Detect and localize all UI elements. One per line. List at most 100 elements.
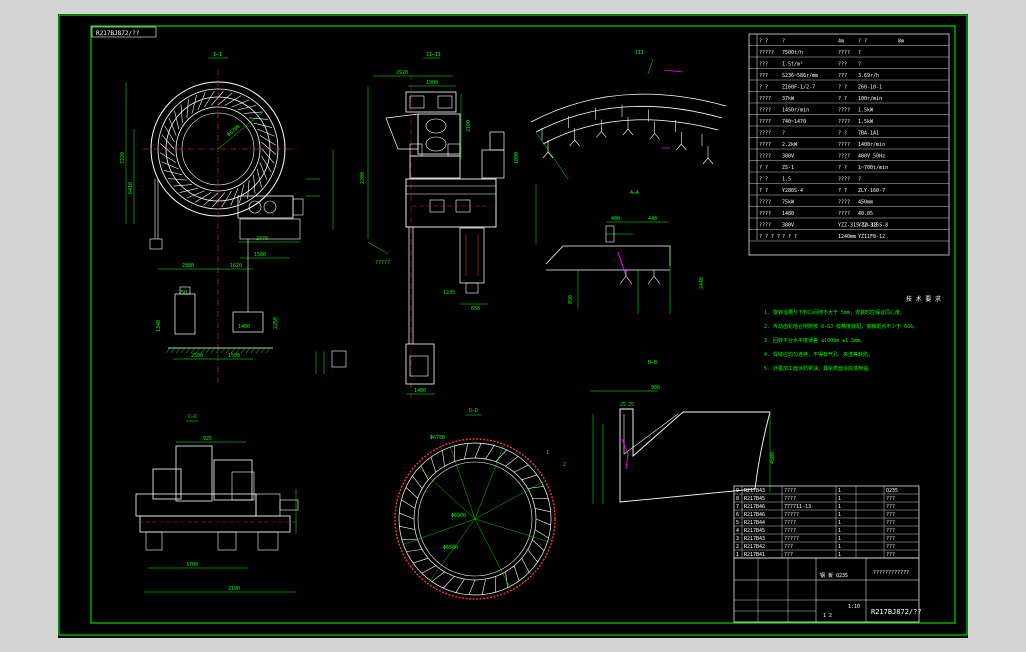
parts-list-cell: 9 bbox=[736, 488, 739, 494]
spec-table-cell: 1240mm bbox=[838, 234, 856, 240]
column-dim-top: 2920 bbox=[396, 70, 408, 76]
spec-table-cell: ZS-1 bbox=[782, 165, 794, 171]
gear-ring-view-label: D–D bbox=[469, 408, 478, 414]
spec-table-cell: 380V bbox=[782, 154, 794, 160]
gear-ring-segment bbox=[532, 497, 549, 500]
section-view-label: A–A bbox=[630, 190, 639, 196]
spec-table-cell: ???? bbox=[838, 108, 850, 114]
spec-table-cell: Z160F-1/2-7 bbox=[782, 85, 815, 91]
gear-ring-segment bbox=[521, 474, 538, 481]
corner-label: R217BJ872/?? bbox=[96, 30, 140, 37]
gear-ring-segment bbox=[535, 508, 551, 513]
parts-list-cell: 1 bbox=[838, 552, 841, 558]
parts-list-cell: R217B45 bbox=[744, 496, 765, 502]
spec-table-cell: ??? bbox=[838, 62, 847, 68]
ring-blade bbox=[186, 99, 189, 118]
ground-hatch-line bbox=[210, 347, 216, 354]
parts-list-cell: 5 bbox=[736, 520, 739, 526]
segment-anchor bbox=[596, 119, 607, 138]
ground-hatch-line bbox=[205, 347, 211, 354]
parts-list-cell: 1 bbox=[838, 504, 841, 510]
gear-ring-segment bbox=[534, 529, 549, 539]
main-ring-dim-bot-w1: 2500 bbox=[191, 353, 203, 359]
gear-ring-segment bbox=[430, 456, 437, 473]
spec-table-cell: ? ? bbox=[838, 188, 847, 194]
gear-ring-dim-3: Φ6500 bbox=[443, 545, 458, 551]
ground-hatch-line bbox=[185, 347, 191, 354]
main-ring-view: I–I Φ6700 7220 6410 2880 1620 2470 1500 … bbox=[120, 52, 334, 384]
section-dim-a: 400 bbox=[611, 216, 620, 222]
gear-ring-segment bbox=[513, 565, 520, 582]
section-view: A–A 400 440 890 2440 bbox=[545, 190, 705, 314]
parts-list-cell: R217B46 bbox=[744, 512, 765, 518]
spec-table-cell: 1.5t/m³ bbox=[782, 62, 803, 68]
parts-list-cell: ??? bbox=[886, 512, 895, 518]
chute-view: B–B 900 25 25 4500 bbox=[590, 360, 776, 504]
spec-table-cell: 450mm bbox=[858, 200, 873, 206]
spec-table-cell: ? ? bbox=[838, 85, 847, 91]
title-block: 9 R217B43???? 1 Q235 8 R217B45???? 1 ??? 7 R217B4… bbox=[733, 485, 922, 623]
spec-table-cell: 1.5kW bbox=[858, 119, 874, 125]
segment-view-label: III bbox=[635, 50, 644, 56]
main-ring-view-label: I–I bbox=[213, 52, 222, 58]
ring-blade bbox=[253, 174, 256, 194]
column-dim-gear: 650 bbox=[471, 306, 480, 312]
main-ring-dim-right: 2470 bbox=[256, 236, 268, 242]
tech-note-line: 4. 焊缝应均匀连续，不得有气孔、夹渣等缺陷。 bbox=[764, 351, 873, 358]
spec-table-cell: ???? bbox=[838, 142, 850, 148]
main-ring-dim-total-height: 7220 bbox=[120, 152, 126, 164]
spec-table-cell: ????? bbox=[759, 50, 774, 56]
parts-list-cell: R217B45 bbox=[744, 528, 765, 534]
tech-note-line: 3. 回转平台水平度误差 ≤1000m ±1.5mm。 bbox=[764, 337, 865, 344]
chute-view-label: B–B bbox=[648, 360, 657, 366]
spec-table-cell: 7500t/h bbox=[782, 50, 803, 56]
parts-list-cell: R217B44 bbox=[744, 520, 765, 526]
tech-note-line: 1. 旋转溜槽与下料口间隙不大于 5mm，安装时应保证同心度。 bbox=[764, 309, 905, 316]
parts-list-cell: ????? bbox=[784, 536, 799, 542]
parts-list-cell: ???? bbox=[784, 496, 796, 502]
spec-table-cell: ???? bbox=[838, 50, 850, 56]
parts-list-cell: ??? bbox=[886, 544, 895, 550]
parts-list-cell: 4 bbox=[736, 528, 739, 534]
main-ring-dim-top: 750 bbox=[178, 290, 187, 296]
main-ring-dim-col: 1400 bbox=[238, 324, 250, 330]
chute-dim-h: 4500 bbox=[770, 452, 776, 464]
spec-table-cell: YZ11F0-12 bbox=[858, 234, 885, 240]
main-ring-dim-mid: 1620 bbox=[230, 263, 242, 269]
parts-list-cell: 3 bbox=[736, 536, 739, 542]
parts-list-cell: R217B41 bbox=[744, 552, 765, 558]
ring-blade bbox=[168, 117, 177, 136]
section-dim-d: 2440 bbox=[699, 277, 705, 289]
ring-blade bbox=[259, 135, 277, 146]
ring-blade bbox=[164, 170, 183, 176]
parts-list-cell: ??? bbox=[784, 544, 793, 550]
ring-blade bbox=[191, 95, 197, 114]
spec-table-cell: ? ? bbox=[838, 131, 847, 137]
gear-ring-view: D–D Φ6700 Φ6900 Φ6500 1 2 bbox=[394, 408, 566, 600]
spec-table-cell: ? ? bbox=[759, 188, 768, 194]
ground-hatch-line bbox=[265, 347, 271, 354]
segment-anchor bbox=[702, 146, 714, 165]
spec-table-cell: ???? bbox=[759, 119, 771, 125]
spec-table-cell: 75kW bbox=[782, 200, 795, 206]
parts-list-cell: R217B42 bbox=[744, 544, 765, 550]
ground-hatch-line bbox=[240, 347, 246, 354]
section-dim-c: 890 bbox=[568, 295, 574, 304]
parts-list-cell: 777711-13 bbox=[784, 504, 811, 510]
gear-ring-segment bbox=[455, 578, 465, 593]
spec-table-cell: ? bbox=[858, 62, 861, 68]
ring-blade bbox=[186, 190, 205, 199]
material-label: 钢 板 Q235 bbox=[820, 572, 848, 579]
parts-list-cell: ???? bbox=[784, 528, 796, 534]
gear-ring-ray bbox=[401, 518, 476, 546]
spec-table-cell: ? ? bbox=[759, 165, 768, 171]
spec-table-cell: ? ? bbox=[759, 39, 768, 45]
gear-ring-ray bbox=[474, 518, 550, 543]
tech-notes: 技 术 要 求 1. 旋转溜槽与下料口间隙不大于 5mm，安装时应保证同心度。 2… bbox=[764, 295, 941, 372]
spec-table-cell: ? ? ? bbox=[782, 234, 797, 240]
spec-table-cell: ? ? bbox=[858, 39, 867, 45]
drive-unit-dim-w2: 2190 bbox=[228, 586, 240, 592]
ring-blade bbox=[159, 152, 177, 163]
parts-list-cell: ??? bbox=[784, 552, 793, 558]
drive-unit-view: C–C 925 3700 2190 bbox=[135, 414, 299, 593]
